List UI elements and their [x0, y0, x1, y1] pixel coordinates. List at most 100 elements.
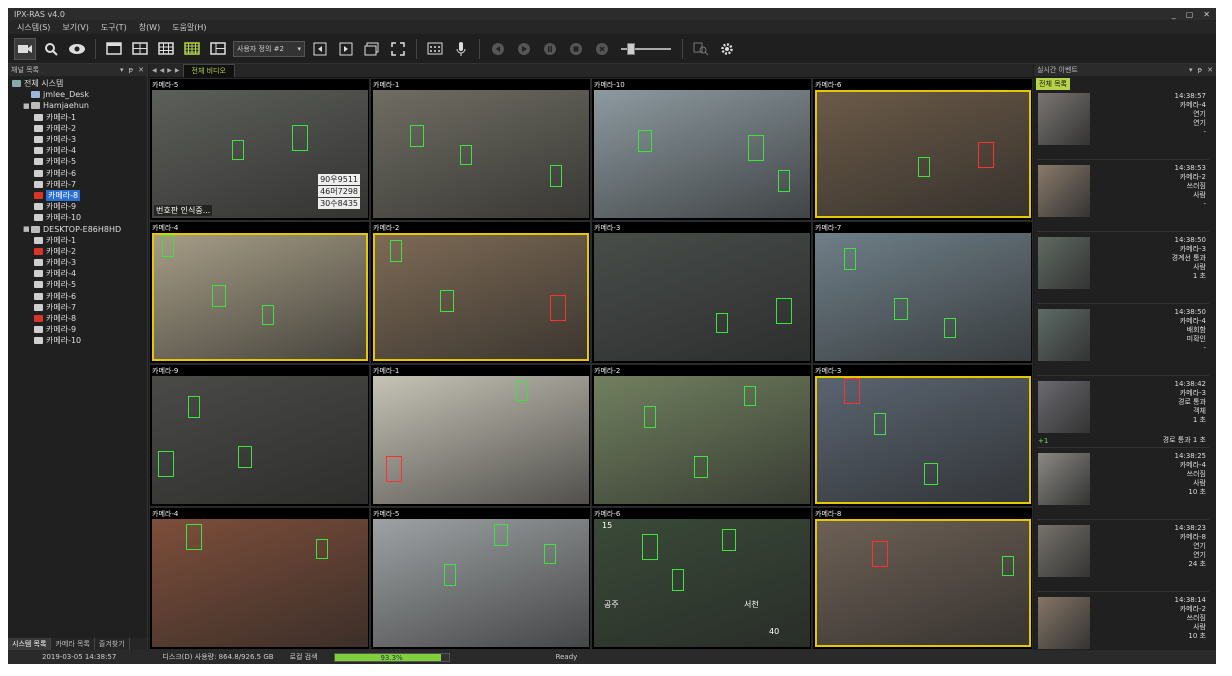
tree-item[interactable]: 전체 시스템	[8, 78, 147, 89]
menu-window[interactable]: 창(W)	[134, 21, 166, 34]
tab-camera-list[interactable]: 카메라 목록	[51, 638, 95, 650]
tree-item[interactable]: 카메라-3	[8, 257, 147, 268]
tree-item[interactable]: 카메라-8	[8, 189, 147, 201]
close-button[interactable]: ✕	[1203, 10, 1210, 19]
layout-custom-icon[interactable]	[207, 38, 229, 60]
next-page-icon[interactable]	[335, 38, 357, 60]
event-thumbnail[interactable]	[1038, 525, 1090, 577]
video-cell[interactable]: 카메라-1	[370, 364, 591, 507]
video-cell[interactable]: 카메라-9	[149, 364, 370, 507]
tab-system-list[interactable]: 시스템 목록	[8, 638, 52, 650]
tree-item[interactable]: 카메라-4	[8, 145, 147, 156]
video-feed[interactable]	[373, 376, 589, 504]
video-feed[interactable]	[373, 233, 589, 361]
event-item[interactable]: 14:38:50 카메라-3 경계선 통과 사람 1 초	[1037, 234, 1209, 304]
layout-3x3-icon[interactable]	[155, 38, 177, 60]
video-feed[interactable]: 15 공주 서천 40	[594, 519, 810, 647]
video-feed[interactable]: 90우9511 46머7298 30수8435 번호판 인식중...	[152, 90, 368, 218]
gear-icon[interactable]	[716, 38, 738, 60]
event-item[interactable]: 14:38:14 카메라-2 쓰러짐 사람 10 초	[1037, 594, 1209, 650]
video-cell[interactable]: 카메라-3	[812, 364, 1033, 507]
video-feed[interactable]	[594, 90, 810, 218]
prev-page-icon[interactable]	[309, 38, 331, 60]
video-feed[interactable]	[152, 519, 368, 647]
playback-speed-slider[interactable]	[621, 42, 671, 55]
tab-last-icon[interactable]: ▶	[175, 67, 180, 74]
tab-favorites[interactable]: 즐겨찾기	[95, 638, 130, 650]
tree-item[interactable]: ■ Hamjaehun	[8, 100, 147, 111]
cancel-icon[interactable]	[591, 38, 613, 60]
tree-item[interactable]: 카메라-4	[8, 268, 147, 279]
minimize-button[interactable]: _	[1172, 10, 1176, 19]
event-item[interactable]: 14:38:57 카메라-4 연기 연기 -	[1037, 90, 1209, 160]
video-feed[interactable]	[594, 376, 810, 504]
layout-preset-select[interactable]: 사용자 정의 #2 ▾	[233, 40, 305, 57]
tree-item[interactable]: 카메라-9	[8, 324, 147, 335]
video-cell[interactable]: 카메라-5 90우9511 46머7298 30수8435 번호판 인식중...	[149, 78, 370, 221]
pin-icon[interactable]: ᵽ	[128, 66, 133, 74]
panel-close-icon[interactable]: ✕	[1207, 66, 1213, 74]
video-feed[interactable]	[152, 376, 368, 504]
video-cell[interactable]: 카메라-2	[370, 221, 591, 364]
sequence-icon[interactable]	[361, 38, 383, 60]
tab-first-icon[interactable]: ◀	[152, 67, 157, 74]
video-cell[interactable]: 카메라-2	[591, 364, 812, 507]
tab-prev-icon[interactable]: ◀	[160, 67, 165, 74]
keypad-icon[interactable]	[424, 38, 446, 60]
search-icon[interactable]	[40, 38, 62, 60]
tab-all-list[interactable]: 전체 목록	[1036, 78, 1070, 90]
slider-knob[interactable]	[627, 42, 635, 55]
tree-item[interactable]: 카메라-7	[8, 302, 147, 313]
menu-tools[interactable]: 도구(T)	[96, 21, 132, 34]
video-feed[interactable]	[152, 233, 368, 361]
video-cell[interactable]: 카메라-8	[812, 507, 1033, 650]
camera-icon[interactable]	[14, 37, 36, 60]
panel-close-icon[interactable]: ✕	[138, 66, 144, 74]
event-thumbnail[interactable]	[1038, 237, 1090, 289]
event-item[interactable]: 14:38:53 카메라-2 쓰러짐 사람 -	[1037, 162, 1209, 232]
tree-item[interactable]: ■ DESKTOP-E86H8HD	[8, 223, 147, 234]
video-cell[interactable]: 카메라-10	[591, 78, 812, 221]
video-cell[interactable]: 카메라-3	[591, 221, 812, 364]
pause-icon[interactable]	[539, 38, 561, 60]
zoom-search-icon[interactable]	[690, 38, 712, 60]
video-feed[interactable]	[815, 376, 1031, 504]
event-item[interactable]: 14:38:23 카메라-8 연기 연기 24 초	[1037, 522, 1209, 592]
video-cell[interactable]: 카메라-7	[812, 221, 1033, 364]
rewind-icon[interactable]	[487, 38, 509, 60]
event-item[interactable]: 14:38:42 카메라-3 경로 통과 객체 1 초 +1 경로 통과 1 초	[1037, 378, 1209, 448]
video-cell[interactable]: 카메라-4	[149, 507, 370, 650]
tree-item[interactable]: 카메라-1	[8, 112, 147, 123]
play-icon[interactable]	[513, 38, 535, 60]
menu-help[interactable]: 도움말(H)	[167, 21, 211, 34]
tree-item[interactable]: 카메라-9	[8, 201, 147, 212]
tree-item[interactable]: 카메라-7	[8, 179, 147, 190]
layout-1x1-icon[interactable]	[103, 38, 125, 60]
tree-item[interactable]: 카메라-10	[8, 212, 147, 223]
stop-icon[interactable]	[565, 38, 587, 60]
event-thumbnail[interactable]	[1038, 381, 1090, 433]
pin-icon[interactable]: ᵽ	[1197, 66, 1202, 74]
video-feed[interactable]	[815, 519, 1031, 647]
video-feed[interactable]	[373, 90, 589, 218]
tree-item[interactable]: 카메라-3	[8, 134, 147, 145]
expand-icon[interactable]: ■	[23, 225, 31, 233]
tree-item[interactable]: 카메라-6	[8, 168, 147, 179]
event-thumbnail[interactable]	[1038, 93, 1090, 145]
tab-all-video[interactable]: 전체 비디오	[182, 64, 235, 77]
microphone-icon[interactable]	[450, 38, 472, 60]
tab-next-icon[interactable]: ▶	[167, 67, 172, 74]
tree-item[interactable]: 카메라-1	[8, 235, 147, 246]
video-cell[interactable]: 카메라-4	[149, 221, 370, 364]
event-thumbnail[interactable]	[1038, 309, 1090, 361]
tree-item[interactable]: 카메라-5	[8, 279, 147, 290]
video-cell[interactable]: 카메라-1	[370, 78, 591, 221]
event-thumbnail[interactable]	[1038, 165, 1090, 217]
eye-icon[interactable]	[66, 38, 88, 60]
video-feed[interactable]	[594, 233, 810, 361]
event-item[interactable]: 14:38:50 카메라-4 배회함 미확인 -	[1037, 306, 1209, 376]
menu-system[interactable]: 시스템(S)	[12, 21, 55, 34]
event-thumbnail[interactable]	[1038, 453, 1090, 505]
panel-menu-icon[interactable]: ▾	[120, 66, 124, 74]
tree-item[interactable]: 카메라-2	[8, 123, 147, 134]
